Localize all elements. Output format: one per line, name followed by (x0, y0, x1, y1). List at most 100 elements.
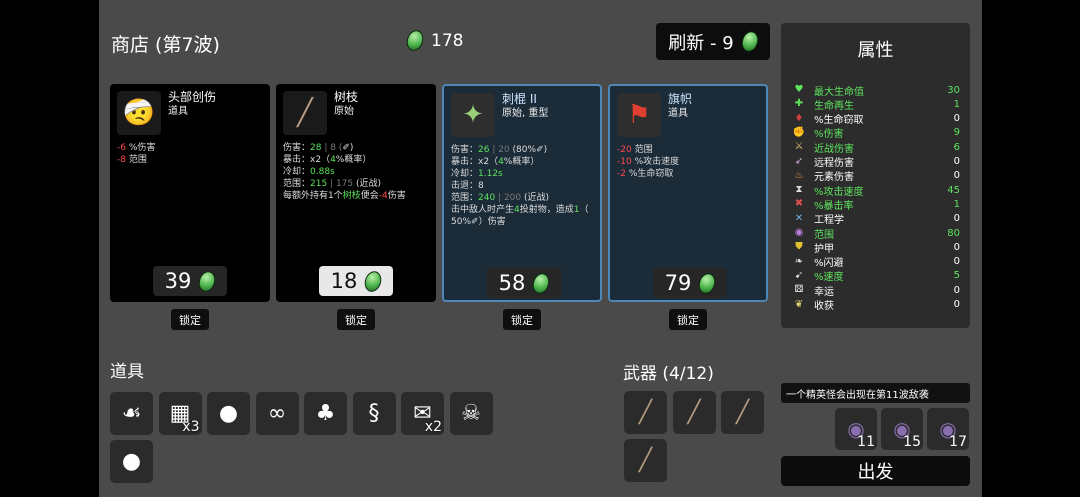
stat-text: 28 (310, 143, 322, 153)
stat-name: 收获 (814, 301, 834, 312)
lifesteal-icon: ♦ (794, 112, 804, 124)
stat-text: 冷却： (283, 167, 311, 177)
dodge-icon: ❧ (794, 255, 804, 267)
glasses-icon: ∞ (267, 401, 287, 426)
item-slot[interactable]: ☠ (449, 392, 493, 435)
stat-row: ➶ 远程伤害 0 (792, 155, 960, 170)
stat-row: ❧ %闪避 0 (792, 255, 960, 270)
shop-card-banner[interactable]: ⚑ 旗帜 道具 -20 范围 -10 %攻击速度 -2 %生命窃取 79 (608, 84, 768, 302)
card-name: 树枝 (334, 90, 359, 104)
stat-text: ) (543, 145, 548, 155)
lock-button[interactable]: 锁定 (171, 309, 209, 330)
stat-name: %闪避 (814, 258, 844, 270)
shop-card-branch[interactable]: ╱ 树枝 原始 伤害：28 | 8 (✐) 暴击：x2（4%概率） 冷却：0.88s… (276, 84, 436, 302)
stat-text: %生命窃取 (625, 169, 674, 179)
buy-button[interactable]: 18 (319, 266, 393, 296)
material-gem-icon (404, 28, 426, 53)
engineering-icon: ✕ (794, 212, 804, 224)
item-slot[interactable]: § (352, 392, 396, 435)
branch-icon: ╱ (638, 400, 653, 425)
weapon-slot[interactable]: ╱ (672, 391, 716, 434)
page-title: 商店 (第7波) (111, 34, 220, 56)
stat-text: 树枝 (342, 191, 361, 201)
shop-card-spiked-club[interactable]: ✦ 刺棍 II 原始, 重型 伤害：26 | 20 (80%✐) 暴击：x2（4%… (442, 84, 602, 302)
stat-value: 6 (953, 141, 960, 153)
buy-button[interactable]: 79 (653, 268, 727, 298)
stats-panel: 属性 ♥ 最大生命值 30 ✚ 生命再生 1 ♦ %生命窃取 0 ✊ %伤害 9 ⚔ 近战伤害 6 ➶ 远程伤害… (781, 23, 970, 328)
stat-text: 每额外持有1个 (283, 191, 343, 201)
melee-icon: ⚔ (794, 141, 804, 153)
card-name: 刺棍 II (502, 92, 537, 106)
weapon-slot[interactable]: ╱ (624, 391, 667, 434)
stat-value: 30 (947, 84, 960, 96)
materials-counter: 178 (404, 28, 463, 53)
branch-icon: ╱ (687, 400, 701, 425)
stat-text: -10 (617, 157, 632, 167)
item-slot[interactable]: ● (110, 440, 153, 483)
enemy-preview: ◉ 17 (927, 408, 969, 450)
item-count: x3 (182, 419, 200, 435)
stat-name: 最大生命值 (814, 86, 864, 98)
stat-name: %速度 (814, 272, 844, 284)
buy-button[interactable]: 58 (487, 268, 561, 298)
stat-text: 1.12s (478, 169, 503, 179)
card-stat-line: 50%✐）伤害 (451, 216, 594, 228)
shop-card-head-injury[interactable]: 🤕 头部创伤 道具 -6 %伤害 -8 范围 39 (110, 84, 270, 302)
stat-name: 远程伤害 (814, 158, 854, 169)
stat-value: 0 (953, 256, 960, 268)
card-stat-line: -20 范围 (617, 144, 760, 156)
stat-text: 击退： (451, 181, 479, 191)
stat-name: %生命窃取 (814, 115, 864, 127)
item-slot[interactable]: ▦ x3 (158, 392, 202, 435)
stat-text: | 175 (327, 179, 354, 189)
stat-row: ➹ %速度 5 (792, 269, 960, 284)
weapon-slot[interactable]: ╱ (624, 439, 667, 482)
stat-text: ✐ (471, 217, 479, 227)
stat-text: %概率） (503, 157, 540, 167)
stat-text: 伤害： (451, 145, 479, 155)
lock-button[interactable]: 锁定 (337, 309, 375, 330)
card-type: 道具 (168, 106, 188, 117)
stat-row: ✊ %伤害 9 (792, 126, 960, 141)
stat-text: 0.88s (310, 167, 335, 177)
enemy-preview: ◉ 11 (835, 408, 877, 450)
crit-icon: ✖ (794, 198, 804, 210)
stat-text: (近战) (353, 179, 382, 189)
item-slot[interactable]: ♣ (304, 392, 347, 435)
card-stats: -20 范围 -10 %攻击速度 -2 %生命窃取 (617, 144, 760, 180)
heart-icon: ♥ (794, 84, 804, 95)
branch-icon: ╱ (735, 400, 750, 425)
stat-row: ⛊ 护甲 0 (792, 240, 960, 255)
card-type: 原始 (334, 106, 354, 117)
item-slot[interactable]: ☙ (110, 392, 153, 435)
stat-value: 0 (953, 113, 960, 125)
item-slot[interactable]: ✉ x2 (401, 392, 444, 435)
poop-icon: ● (218, 401, 239, 426)
stat-text: -6 (117, 143, 126, 153)
stat-value: 5 (953, 270, 960, 282)
enemy-preview: ◉ 15 (881, 408, 923, 450)
stat-text: ) (349, 143, 354, 153)
go-button[interactable]: 出发 (781, 456, 970, 486)
stat-row: ♨ 元素伤害 0 (792, 169, 960, 184)
card-stat-line: -10 %攻击速度 (617, 156, 760, 168)
card-stat-line: 范围：215 | 175 (近战) (283, 178, 430, 190)
lock-button[interactable]: 锁定 (503, 309, 541, 330)
price-value: 39 (164, 269, 192, 293)
item-slot[interactable]: ∞ (255, 392, 299, 435)
lock-button[interactable]: 锁定 (669, 309, 707, 330)
stat-text: 暴击：x2（ (283, 155, 331, 165)
stat-name: %暴击率 (814, 200, 854, 212)
harvest-icon: ❦ (794, 298, 804, 310)
weapon-slot[interactable]: ╱ (721, 391, 764, 434)
buy-button[interactable]: 39 (153, 266, 227, 296)
reroll-label: 刷新 - 9 (668, 32, 734, 54)
attack-speed-icon: ⧗ (795, 184, 803, 196)
item-slot[interactable]: ● (207, 392, 250, 435)
stat-text: (近战) (521, 193, 550, 203)
card-type: 原始, 重型 (502, 108, 549, 119)
reroll-button[interactable]: 刷新 - 9 (656, 23, 770, 60)
branch-icon: ╱ (638, 448, 653, 473)
stat-value: 0 (953, 284, 960, 296)
items-section-title: 道具 (110, 362, 144, 382)
